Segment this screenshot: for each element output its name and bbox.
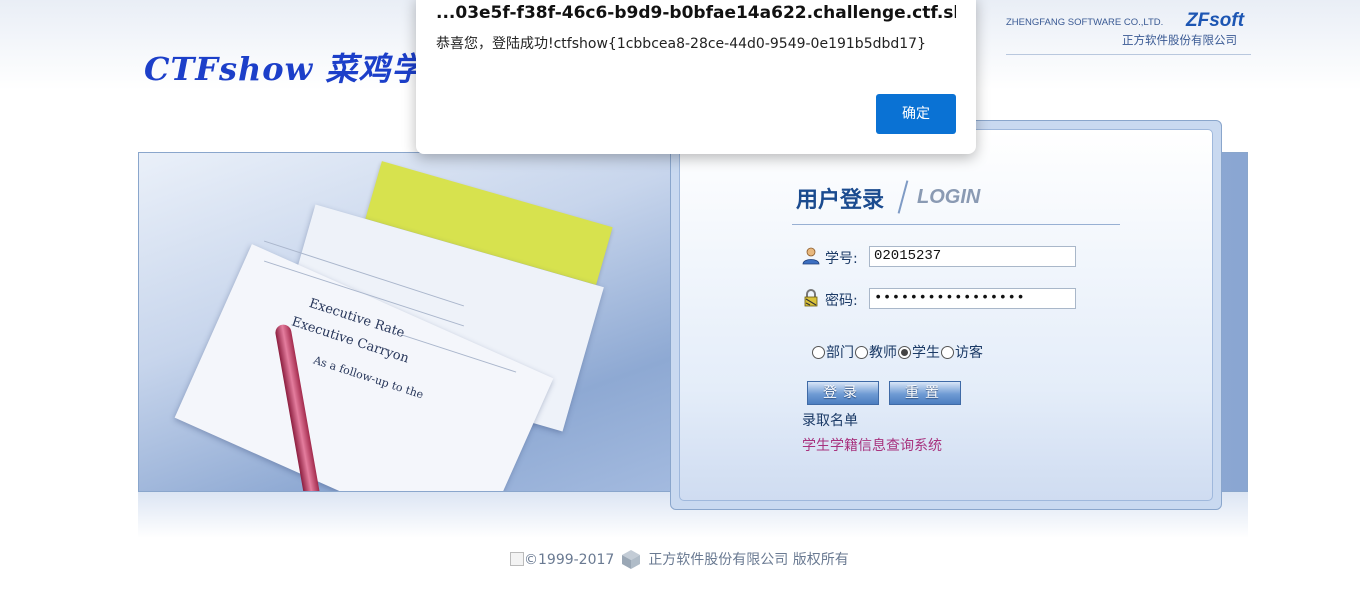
- login-subtitle: LOGIN: [917, 186, 981, 208]
- student-id-label: 学号:: [825, 251, 858, 267]
- brand-logo-mark: ZFsoft: [1186, 10, 1245, 31]
- radio-button[interactable]: [855, 346, 868, 359]
- title-slash: [897, 180, 909, 214]
- login-form: 用户登录 LOGIN 学号: 02015237 密码: ••••••••••••…: [679, 129, 1213, 501]
- dialog-message: 恭喜您，登陆成功!ctfshow{1cbbcea8-28ce-44d0-9549…: [436, 36, 926, 52]
- role-option-teacher[interactable]: 教师: [855, 345, 897, 361]
- zfsoft-cube-icon: [622, 550, 641, 569]
- brand-divider: [1006, 54, 1251, 55]
- role-option-guest[interactable]: 访客: [941, 345, 983, 361]
- login-button[interactable]: 登录: [807, 381, 879, 405]
- brand-english-name: ZHENGFANG SOFTWARE CO.,LTD.: [1006, 17, 1164, 28]
- dialog-origin: ...03e5f-f38f-46c6-b9d9-b0bfae14a622.cha…: [436, 3, 956, 23]
- role-option-department[interactable]: 部门: [812, 345, 854, 361]
- user-icon: [802, 247, 820, 265]
- login-panel: 用户登录 LOGIN 学号: 02015237 密码: ••••••••••••…: [670, 120, 1222, 510]
- alert-dialog: ...03e5f-f38f-46c6-b9d9-b0bfae14a622.cha…: [416, 0, 976, 154]
- role-label: 教师: [869, 345, 897, 361]
- role-option-student[interactable]: 学生: [898, 345, 940, 361]
- radio-button-selected[interactable]: [898, 346, 911, 359]
- brand-chinese-name: 正方软件股份有限公司: [1122, 33, 1237, 47]
- role-label: 访客: [955, 345, 983, 361]
- brand-block: ZHENGFANG SOFTWARE CO.,LTD. ZFsoft 正方软件股…: [1006, 10, 1251, 58]
- password-label: 密码:: [825, 293, 858, 309]
- copyright-text: ©1999-2017: [524, 552, 615, 568]
- dialog-title: ...03e5f-f38f-46c6-b9d9-b0bfae14a622.cha…: [436, 0, 956, 23]
- role-selector: 部门 教师 学生 访客: [812, 342, 984, 362]
- login-title: 用户登录: [796, 188, 885, 213]
- role-label: 学生: [912, 345, 940, 361]
- radio-button[interactable]: [812, 346, 825, 359]
- site-logo: CTFshow 菜鸡学: [144, 50, 425, 88]
- reset-button[interactable]: 重置: [889, 381, 961, 405]
- broken-image-icon: [510, 552, 524, 566]
- role-label: 部门: [826, 345, 854, 361]
- company-rights-text: 正方软件股份有限公司 版权所有: [648, 552, 849, 568]
- ok-button[interactable]: 确定: [876, 94, 956, 134]
- radio-button[interactable]: [941, 346, 954, 359]
- title-underline: [792, 224, 1120, 225]
- student-id-input[interactable]: 02015237: [869, 246, 1076, 267]
- footer: ©1999-2017 正方软件股份有限公司 版权所有: [510, 548, 849, 570]
- password-input[interactable]: •••••••••••••••••: [869, 288, 1076, 309]
- admission-list-link[interactable]: 录取名单: [802, 410, 858, 430]
- lock-icon: [804, 289, 818, 307]
- student-system-link[interactable]: 学生学籍信息查询系统: [802, 435, 942, 455]
- banner-photo: Executive Rate Executive Carryon As a fo…: [139, 153, 671, 491]
